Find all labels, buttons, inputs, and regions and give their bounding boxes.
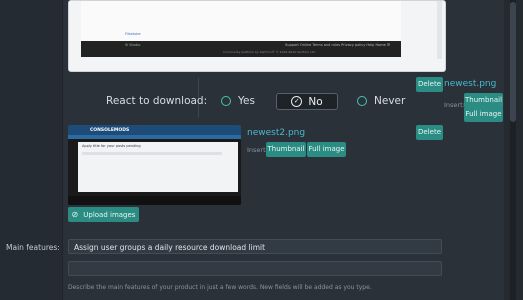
radio-no-label: No: [308, 95, 323, 108]
radio-circle-icon: [357, 96, 367, 106]
thumb-body: [78, 142, 238, 192]
attachment2-thumbnail[interactable]: CONSOLEMODS Apply title for your posts p…: [68, 125, 241, 205]
preview-footer: ⚙ Studio Support Online Terms and rules …: [81, 41, 401, 57]
upload-images-button[interactable]: ⊘ Upload images: [68, 207, 139, 222]
main-features-hint: Describe the main features of your produ…: [68, 284, 372, 291]
left-gutter: [0, 0, 63, 300]
thumb-bar: [82, 152, 222, 155]
thumbnail-button-attachment1[interactable]: Thumbnail: [464, 93, 503, 108]
preview-image-card: Filestube ⚙ Studio Support Online Terms …: [68, 0, 446, 72]
full-image-button-attachment1[interactable]: Full image: [464, 107, 503, 122]
insert-label: Insert:: [444, 101, 465, 109]
check-circle-icon: ✓: [291, 96, 303, 107]
thumbnail-button-attachment2[interactable]: Thumbnail: [266, 142, 306, 157]
attachment1-filename-link[interactable]: newest.png: [444, 79, 496, 89]
radio-never[interactable]: Never: [357, 94, 405, 108]
thumb-title: Apply title for your posts pending: [82, 144, 141, 148]
attachment2-filename-link[interactable]: newest2.png: [247, 128, 305, 138]
radio-never-label: Never: [374, 95, 406, 107]
radio-yes-label: Yes: [238, 95, 255, 107]
delete-button-attachment2[interactable]: Delete: [416, 125, 443, 140]
paperclip-icon: ⊘: [71, 210, 79, 219]
thumb-nav: [68, 135, 241, 139]
react-to-download-label: React to download:: [106, 95, 208, 107]
main-feature-input-2[interactable]: [68, 261, 442, 276]
thumb-footer: [68, 196, 241, 205]
preview-scrollbar: [437, 1, 442, 59]
main-features-label: Main features:: [6, 243, 60, 252]
upload-images-label: Upload images: [83, 210, 136, 219]
insert-label: Insert:: [247, 146, 268, 154]
thumb-logo: CONSOLEMODS: [90, 128, 130, 133]
radio-yes[interactable]: Yes: [221, 94, 255, 108]
preview-doc-link: Filestube: [125, 32, 141, 36]
main-feature-input-1[interactable]: Assign user groups a daily resource down…: [68, 239, 442, 254]
preview-footer-left: ⚙ Studio: [125, 43, 141, 47]
page-scrollbar-thumb[interactable]: [510, 2, 516, 122]
preview-footer-copy: Community platform by XenForo® © 2010-20…: [223, 50, 316, 54]
preview-footer-links: Support Online Terms and rules Privacy p…: [285, 43, 391, 47]
radio-circle-icon: [221, 96, 231, 106]
radio-no[interactable]: ✓ No: [276, 93, 338, 110]
full-image-button-attachment2[interactable]: Full image: [307, 142, 346, 157]
delete-button-attachment1[interactable]: Delete: [416, 77, 443, 92]
